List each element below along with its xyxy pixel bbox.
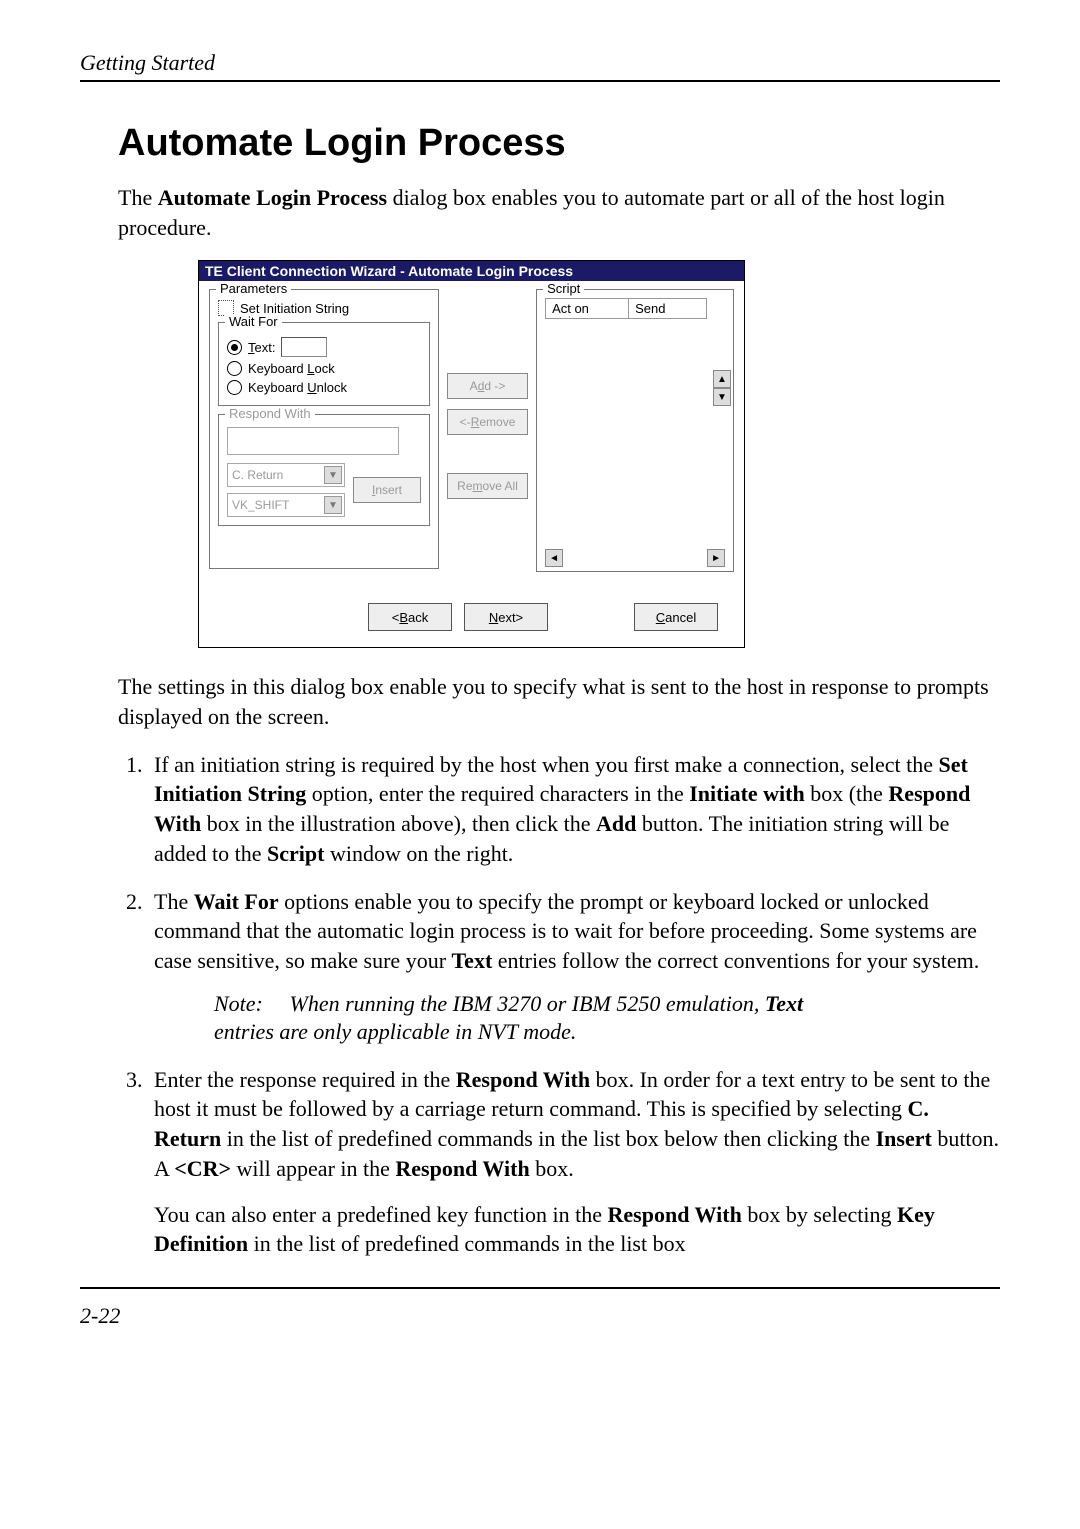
column-header-send: Send	[629, 299, 706, 318]
waitfor-text-input[interactable]	[281, 337, 327, 357]
t: Re	[457, 479, 472, 493]
waitfor-text-radio[interactable]: Text:	[227, 337, 421, 357]
t: <	[392, 610, 400, 625]
respond-with-input[interactable]	[227, 427, 399, 455]
remove-all-button[interactable]: Remove All	[447, 473, 528, 499]
back-button[interactable]: <Back	[368, 603, 452, 631]
radio-label: Keyboard Unlock	[248, 380, 347, 395]
arrow-up-icon: ▲	[713, 370, 731, 388]
waitfor-legend: Wait For	[225, 314, 282, 329]
t: d ->	[484, 379, 505, 393]
note-block: Note: When running the IBM 3270 or IBM 5…	[214, 990, 834, 1047]
arrow-right-icon: ►	[707, 549, 725, 567]
chevron-down-icon: ▼	[324, 466, 342, 484]
respondwith-legend: Respond With	[225, 406, 315, 421]
radio-selected-icon	[227, 340, 242, 355]
next-button[interactable]: Next>	[464, 603, 548, 631]
dialog-titlebar: TE Client Connection Wizard - Automate L…	[199, 261, 744, 281]
arrow-left-icon: ◄	[545, 549, 563, 567]
t: <-	[460, 415, 471, 429]
script-legend: Script	[543, 281, 584, 296]
radio-label: Text:	[248, 340, 275, 355]
t: d	[478, 379, 485, 393]
t: C	[656, 610, 665, 625]
page-title: Automate Login Process	[118, 122, 1000, 165]
page-number: 2-22	[80, 1303, 1000, 1329]
step-1: If an initiation string is required by t…	[148, 750, 1000, 869]
predefined-select-creturn[interactable]: C. Return ▼	[227, 463, 345, 487]
chevron-down-icon: ▼	[324, 496, 342, 514]
running-header: Getting Started	[80, 50, 1000, 82]
waitfor-kbunlock-radio[interactable]: Keyboard Unlock	[227, 380, 421, 395]
select-value: C. Return	[232, 468, 283, 482]
insert-button[interactable]: Insert	[353, 477, 421, 503]
note-label: Note:	[214, 990, 284, 1019]
step-2: The Wait For options enable you to speci…	[148, 887, 1000, 1047]
dialog-screenshot: TE Client Connection Wizard - Automate L…	[198, 260, 1000, 648]
intro-paragraph: The Automate Login Process dialog box en…	[118, 183, 1000, 242]
text: The	[118, 185, 158, 210]
remove-button[interactable]: <- Remove	[447, 409, 528, 435]
add-button[interactable]: Add ->	[447, 373, 528, 399]
radio-icon	[227, 380, 242, 395]
btn-rest: nsert	[375, 483, 402, 497]
t: ove All	[483, 479, 518, 493]
cancel-button[interactable]: Cancel	[634, 603, 718, 631]
t: ext>	[498, 610, 523, 625]
script-hscroll[interactable]: ◄ ►	[545, 549, 725, 565]
script-listview[interactable]: Act on Send	[545, 298, 707, 319]
select-value: VK_SHIFT	[232, 498, 289, 512]
t: emove	[479, 415, 515, 429]
arrow-down-icon: ▼	[713, 388, 731, 406]
radio-icon	[227, 361, 242, 376]
text-bold: Automate Login Process	[158, 185, 387, 210]
after-dialog-paragraph: The settings in this dialog box enable y…	[118, 672, 1000, 731]
t: R	[471, 415, 480, 429]
t: m	[473, 479, 483, 493]
script-vscroll[interactable]: ▲ ▼	[713, 370, 729, 406]
t: ancel	[665, 610, 696, 625]
predefined-select-vkshift[interactable]: VK_SHIFT ▼	[227, 493, 345, 517]
waitfor-kblock-radio[interactable]: Keyboard Lock	[227, 361, 421, 376]
column-header-acton: Act on	[546, 299, 629, 318]
radio-label: Keyboard Lock	[248, 361, 335, 376]
parameters-legend: Parameters	[216, 281, 291, 296]
step-3: Enter the response required in the Respo…	[148, 1065, 1000, 1259]
t: N	[489, 610, 498, 625]
t: ack	[408, 610, 428, 625]
t: A	[470, 379, 478, 393]
t: B	[399, 610, 408, 625]
